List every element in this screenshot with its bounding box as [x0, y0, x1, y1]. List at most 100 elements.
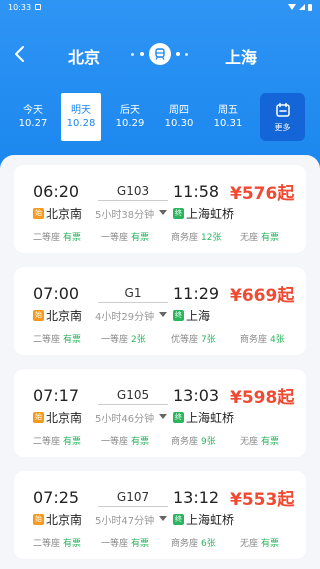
chevron-left-icon: [15, 46, 24, 62]
seat-availability-value: 有票: [131, 437, 150, 447]
swap-cities-button[interactable]: [128, 42, 192, 66]
arrival-station: 上海虹桥: [186, 411, 235, 425]
seat-item: 无座 有票: [240, 536, 279, 549]
seat-class: 一等座: [101, 233, 129, 243]
train-list: 06:20 G103 11:58 ¥576起 始 北京南 5小时38分钟 终 上…: [0, 155, 320, 569]
seat-item: 二等座 有票: [33, 230, 81, 243]
price: ¥553起: [230, 490, 295, 510]
seat-class: 优等座: [171, 335, 199, 345]
seat-item: 无座 有票: [240, 230, 279, 243]
departure-station: 北京南: [46, 207, 83, 221]
seat-availability: 二等座 有票 一等座 有票 商务座 6张 无座 有票: [14, 536, 306, 550]
signal-icon: [299, 4, 305, 10]
date-tab-friday[interactable]: 周五 10.31: [208, 93, 248, 141]
train-icon: [149, 43, 171, 65]
train-number: G103: [116, 184, 150, 198]
seat-availability-value: 12张: [201, 233, 222, 243]
expand-stops-icon[interactable]: [159, 312, 167, 317]
status-bar: 10:33: [0, 0, 320, 14]
route-dot: [131, 52, 134, 56]
from-city[interactable]: 北京: [62, 44, 106, 68]
seat-item: 商务座 12张: [171, 230, 221, 243]
date-tab-date: 10.27: [18, 118, 48, 129]
expand-stops-icon[interactable]: [159, 210, 167, 215]
seat-availability-value: 有票: [63, 233, 82, 243]
date-tabs: 今天 10.27 明天 10.28 后天 10.29 周四 10.30 周五 1…: [0, 93, 320, 143]
seat-availability-value: 有票: [63, 437, 82, 447]
train-card[interactable]: 06:20 G103 11:58 ¥576起 始 北京南 5小时38分钟 终 上…: [14, 165, 306, 253]
seat-availability-value: 9张: [201, 437, 216, 447]
date-tab-date: 10.30: [164, 118, 194, 129]
expand-stops-icon[interactable]: [159, 516, 167, 521]
seat-item: 一等座 有票: [101, 536, 149, 549]
date-tab-thursday[interactable]: 周四 10.30: [159, 93, 199, 141]
back-button[interactable]: [12, 44, 30, 64]
to-city[interactable]: 上海: [219, 44, 263, 68]
seat-item: 商务座 6张: [171, 536, 216, 549]
start-station-badge: 始: [33, 208, 44, 219]
seat-availability-value: 有票: [261, 539, 280, 549]
seat-class: 二等座: [33, 539, 61, 549]
departure-time: 07:25: [33, 488, 80, 507]
seat-class: 一等座: [101, 539, 129, 549]
seat-item: 优等座 7张: [171, 332, 216, 345]
route-dot: [140, 52, 144, 56]
price: ¥576起: [230, 184, 295, 204]
seat-availability: 二等座 有票 一等座 2张 优等座 7张 商务座 4张: [14, 332, 306, 346]
seat-class: 商务座: [171, 539, 199, 549]
more-label: 更多: [274, 122, 291, 132]
seat-class: 二等座: [33, 233, 61, 243]
seat-item: 商务座 4张: [240, 332, 285, 345]
notification-icon: [35, 4, 42, 10]
header-background: [0, 0, 320, 175]
end-station-badge: 终: [173, 208, 184, 219]
seat-availability-value: 有票: [131, 233, 150, 243]
seat-item: 二等座 有票: [33, 434, 81, 447]
seat-availability-value: 6张: [201, 539, 216, 549]
seat-class: 一等座: [101, 437, 129, 447]
date-tab-today[interactable]: 今天 10.27: [13, 93, 53, 141]
departure-time: 06:20: [33, 182, 80, 201]
seat-class: 无座: [240, 233, 259, 243]
arrival-station: 上海虹桥: [186, 513, 235, 527]
seat-item: 二等座 有票: [33, 332, 81, 345]
departure-station: 北京南: [46, 411, 83, 425]
seat-availability-value: 4张: [270, 335, 285, 345]
expand-stops-icon[interactable]: [159, 414, 167, 419]
route-dot: [176, 52, 180, 56]
train-card[interactable]: 07:25 G107 13:12 ¥553起 始 北京南 5小时47分钟 终 上…: [14, 471, 306, 559]
route-line: [98, 302, 168, 303]
departure-time: 07:17: [33, 386, 80, 405]
train-number: G105: [116, 388, 150, 402]
date-tab-day: 周五: [218, 105, 238, 116]
more-dates-button[interactable]: 更多: [260, 93, 305, 141]
end-station-badge: 终: [173, 310, 184, 321]
arrival-station: 上海虹桥: [186, 207, 235, 221]
status-time: 10:33: [8, 2, 32, 12]
duration: 5小时46分钟: [95, 414, 155, 425]
route-dot: [185, 52, 188, 56]
date-tab-day-after[interactable]: 后天 10.29: [110, 93, 150, 141]
seat-class: 二等座: [33, 437, 61, 447]
departure-station: 北京南: [46, 513, 83, 527]
price: ¥669起: [230, 286, 295, 306]
train-number: G1: [124, 286, 142, 300]
seat-item: 一等座 有票: [101, 230, 149, 243]
date-tab-day: 周四: [169, 105, 189, 116]
price: ¥598起: [230, 388, 295, 408]
train-card[interactable]: 07:00 G1 11:29 ¥669起 始 北京南 4小时29分钟 终 上海 …: [14, 267, 306, 355]
seat-availability-value: 2张: [131, 335, 146, 345]
start-station-badge: 始: [33, 310, 44, 321]
date-tab-date: 10.28: [66, 118, 96, 129]
date-tab-date: 10.29: [115, 118, 145, 129]
date-tab-tomorrow[interactable]: 明天 10.28: [61, 93, 101, 141]
seat-availability-value: 有票: [261, 437, 280, 447]
train-card[interactable]: 07:17 G105 13:03 ¥598起 始 北京南 5小时46分钟 终 上…: [14, 369, 306, 457]
arrival-time: 11:58: [173, 182, 220, 201]
seat-availability-value: 有票: [131, 539, 150, 549]
calendar-icon: [275, 102, 290, 117]
seat-class: 商务座: [171, 233, 199, 243]
seat-availability-value: 有票: [261, 233, 280, 243]
end-station-badge: 终: [173, 412, 184, 423]
start-station-badge: 始: [33, 412, 44, 423]
